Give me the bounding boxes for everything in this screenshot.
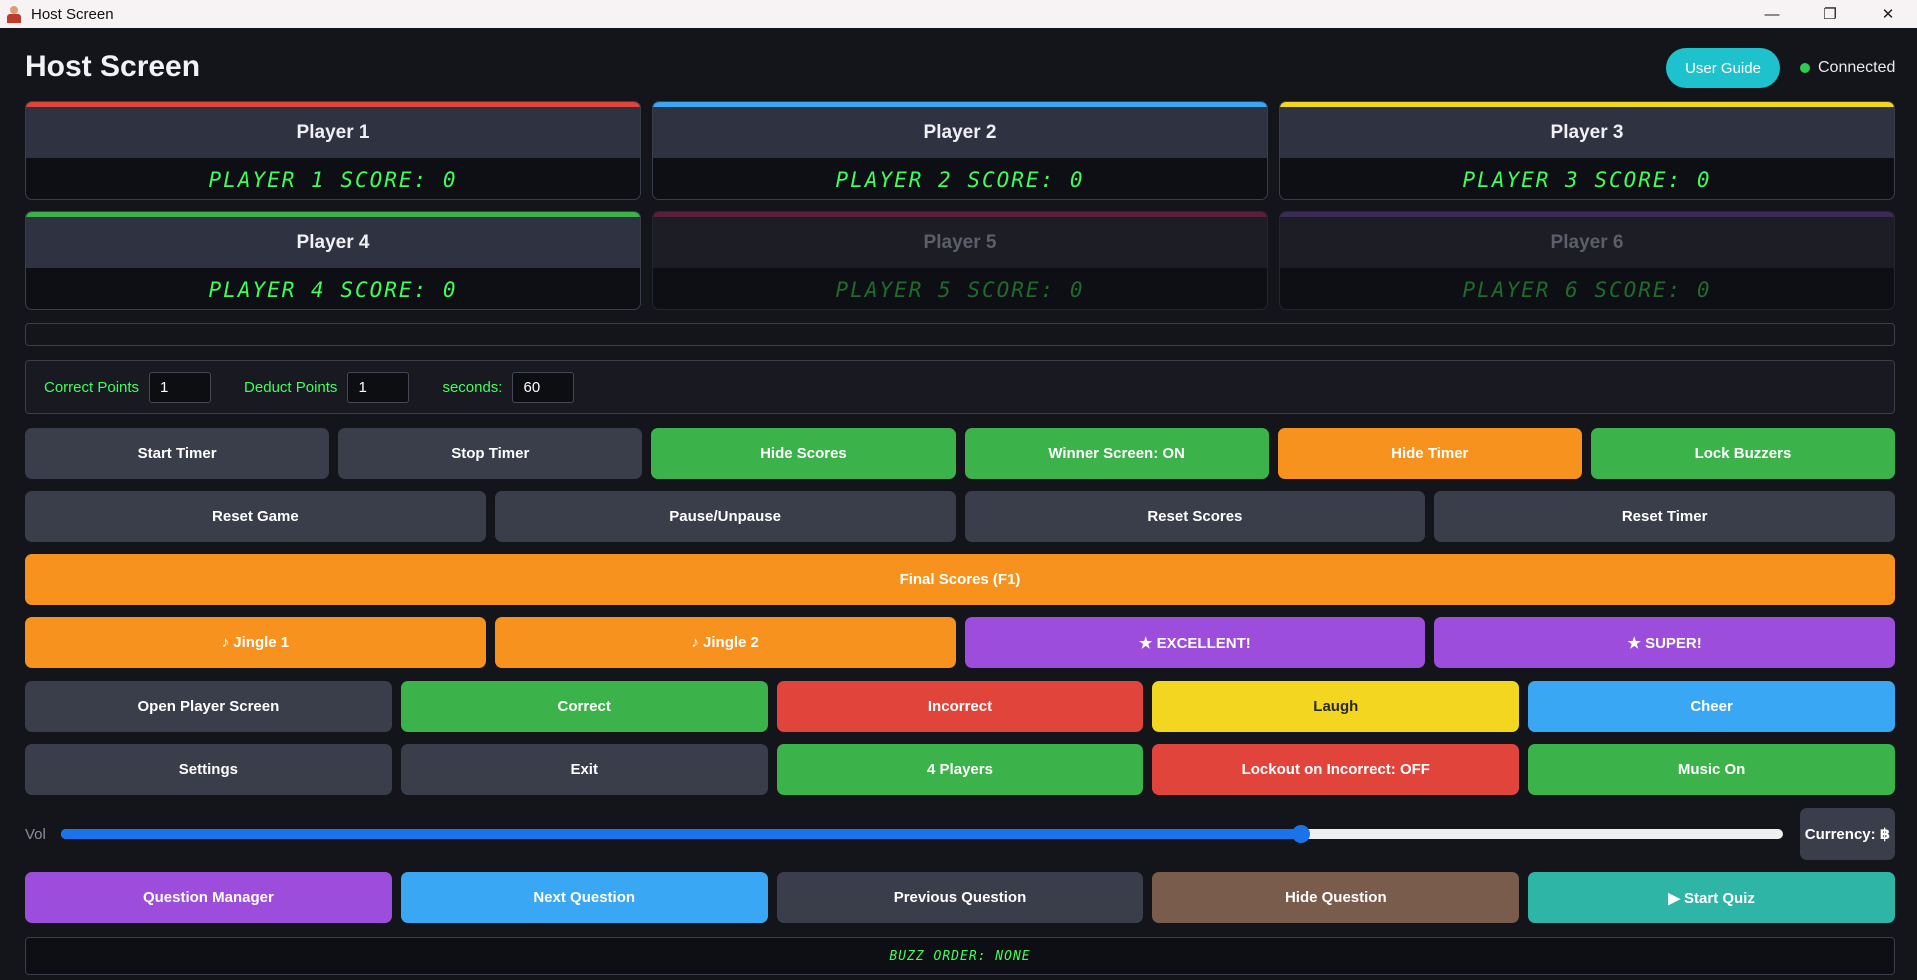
reset-scores-button[interactable]: Reset Scores <box>964 491 1426 542</box>
player-name: Player 2 <box>653 107 1267 158</box>
start-timer-button[interactable]: Start Timer <box>25 428 330 479</box>
sound-effects-row: ♪ Jingle 1 ♪ Jingle 2 ★ EXCELLENT! ★ SUP… <box>25 617 1895 668</box>
correct-button[interactable]: Correct <box>400 681 768 732</box>
laugh-button[interactable]: Laugh <box>1152 681 1520 732</box>
cheer-button[interactable]: Cheer <box>1528 681 1895 732</box>
slider-fill <box>61 829 1301 839</box>
reset-timer-button[interactable]: Reset Timer <box>1434 491 1895 542</box>
jingle-2-button[interactable]: ♪ Jingle 2 <box>494 617 956 668</box>
stop-timer-button[interactable]: Stop Timer <box>338 428 643 479</box>
player-card-1: Player 1 PLAYER 1 SCORE: 0 <box>25 101 641 200</box>
player-score: PLAYER 2 SCORE: 0 <box>835 167 1085 192</box>
page-title: Host Screen <box>25 50 201 83</box>
points-settings: Correct Points 1 Deduct Points 1 seconds… <box>25 360 1895 414</box>
start-quiz-button[interactable]: ▶ Start Quiz <box>1528 872 1895 923</box>
music-toggle[interactable]: Music On <box>1528 744 1895 795</box>
player-card-4: Player 4 PLAYER 4 SCORE: 0 <box>25 211 641 310</box>
player-card-6: Player 6 PLAYER 6 SCORE: 0 <box>1279 211 1895 310</box>
player-name: Player 4 <box>26 217 640 268</box>
super-button[interactable]: ★ SUPER! <box>1434 617 1895 668</box>
hide-question-button[interactable]: Hide Question <box>1152 872 1520 923</box>
reset-game-button[interactable]: Reset Game <box>25 491 486 542</box>
settings-button[interactable]: Settings <box>25 744 392 795</box>
player-score: PLAYER 5 SCORE: 0 <box>835 277 1085 302</box>
player-name: Player 1 <box>26 107 640 158</box>
player-score: PLAYER 6 SCORE: 0 <box>1462 277 1712 302</box>
restore-icon[interactable]: ❐ <box>1801 0 1859 28</box>
next-question-button[interactable]: Next Question <box>400 872 768 923</box>
player-card-3: Player 3 PLAYER 3 SCORE: 0 <box>1279 101 1895 200</box>
player-card-2: Player 2 PLAYER 2 SCORE: 0 <box>652 101 1268 200</box>
app-icon <box>5 5 23 23</box>
player-count-button[interactable]: 4 Players <box>776 744 1144 795</box>
seconds-input[interactable]: 60 <box>512 371 575 403</box>
currency-button[interactable]: Currency: ฿ <box>1800 808 1895 860</box>
window-titlebar: Host Screen — ❐ ✕ <box>0 0 1917 28</box>
question-manager-button[interactable]: Question Manager <box>25 872 392 923</box>
close-icon[interactable]: ✕ <box>1859 0 1917 28</box>
buzz-order-display: BUZZ ORDER: NONE <box>25 937 1895 975</box>
player-name: Player 6 <box>1280 217 1894 268</box>
final-scores-button[interactable]: Final Scores (F1) <box>25 554 1895 605</box>
pause-unpause-button[interactable]: Pause/Unpause <box>494 491 956 542</box>
player-score: PLAYER 1 SCORE: 0 <box>208 167 458 192</box>
player-cards: Player 1 PLAYER 1 SCORE: 0 Player 2 PLAY… <box>25 101 1895 310</box>
volume-slider[interactable] <box>61 825 1783 843</box>
connection-status: Connected <box>1800 59 1895 77</box>
timer-controls-row: Start Timer Stop Timer Hide Scores Winne… <box>25 428 1896 479</box>
deduct-points-label: Deduct Points <box>244 378 338 396</box>
player-score: PLAYER 3 SCORE: 0 <box>1462 167 1712 192</box>
game-options-row: Settings Exit 4 Players Lockout on Incor… <box>25 744 1895 795</box>
exit-button[interactable]: Exit <box>400 744 768 795</box>
correct-points-input[interactable]: 1 <box>149 371 212 403</box>
status-dot-icon <box>1800 63 1810 73</box>
volume-row: Vol Currency: ฿ <box>25 808 1895 860</box>
player-name: Player 5 <box>653 217 1267 268</box>
player-name: Player 3 <box>1280 107 1894 158</box>
jingle-1-button[interactable]: ♪ Jingle 1 <box>25 617 486 668</box>
minimize-icon[interactable]: — <box>1743 0 1801 28</box>
winner-screen-toggle[interactable]: Winner Screen: ON <box>964 428 1269 479</box>
window-title: Host Screen <box>31 5 114 23</box>
question-controls-row: Question Manager Next Question Previous … <box>25 872 1895 923</box>
open-player-screen-button[interactable]: Open Player Screen <box>25 681 392 732</box>
slider-thumb[interactable] <box>1291 825 1310 843</box>
seconds-label: seconds: <box>442 378 503 396</box>
answer-controls-row: Open Player Screen Correct Incorrect Lau… <box>25 681 1895 732</box>
excellent-button[interactable]: ★ EXCELLENT! <box>964 617 1426 668</box>
lock-buzzers-button[interactable]: Lock Buzzers <box>1590 428 1896 479</box>
user-guide-button[interactable]: User Guide <box>1666 48 1780 88</box>
connection-status-label: Connected <box>1818 59 1896 76</box>
volume-label: Vol <box>25 825 46 843</box>
hide-scores-button[interactable]: Hide Scores <box>651 428 956 479</box>
player-score: PLAYER 4 SCORE: 0 <box>208 277 458 302</box>
reset-controls-row: Reset Game Pause/Unpause Reset Scores Re… <box>25 491 1895 542</box>
previous-question-button[interactable]: Previous Question <box>776 872 1144 923</box>
incorrect-button[interactable]: Incorrect <box>776 681 1144 732</box>
player-card-5: Player 5 PLAYER 5 SCORE: 0 <box>652 211 1268 310</box>
status-strip <box>25 323 1895 346</box>
final-scores-row: Final Scores (F1) <box>25 554 1895 605</box>
correct-points-label: Correct Points <box>44 378 140 396</box>
hide-timer-button[interactable]: Hide Timer <box>1277 428 1582 479</box>
deduct-points-input[interactable]: 1 <box>347 371 410 403</box>
lockout-toggle[interactable]: Lockout on Incorrect: OFF <box>1152 744 1520 795</box>
